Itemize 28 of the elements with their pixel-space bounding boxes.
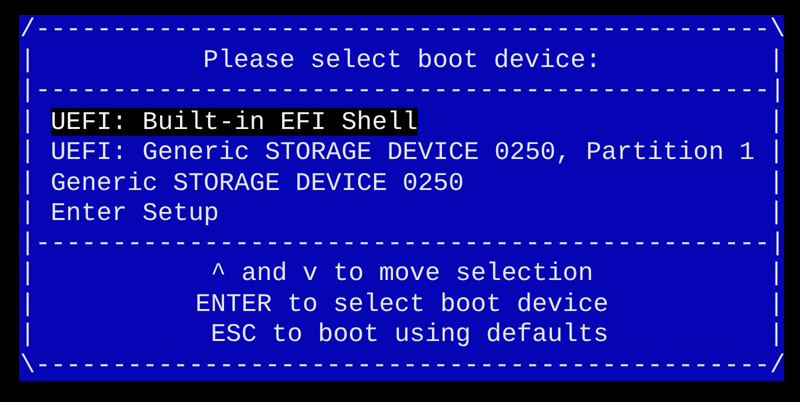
frame-edge: |	[768, 198, 784, 228]
frame-edge: |	[768, 290, 784, 320]
frame-border-line: |------------------------------------------------|	[20, 76, 784, 106]
boot-option[interactable]: UEFI: Generic STORAGE DEVICE 0250, Partition 1	[50, 138, 755, 166]
frame-border-line: |------------------------------------------------|	[20, 228, 784, 259]
frame-edge: |	[768, 106, 784, 137]
boot-option[interactable]: Generic STORAGE DEVICE 0250	[50, 168, 464, 196]
frame-edge: |	[768, 137, 784, 168]
frame-edge: |	[20, 259, 36, 290]
frame-edge: |	[20, 320, 36, 350]
boot-option[interactable]: Enter Setup	[50, 199, 219, 227]
frame-edge: |	[768, 259, 784, 290]
help-text: ENTER to select boot device	[195, 290, 609, 320]
frame-edge: |	[20, 106, 36, 137]
boot-option[interactable]: UEFI: Built-in EFI Shell	[50, 108, 418, 136]
frame-edge: |	[768, 320, 784, 350]
frame-edge: |	[20, 168, 36, 198]
frame-edge: |	[20, 290, 36, 320]
dialog-title: Please select boot device:	[203, 46, 601, 76]
frame-edge: |	[768, 46, 784, 76]
frame-border-line: \------------------------------------------------/	[20, 350, 784, 381]
frame-edge: |	[20, 198, 36, 228]
frame-edge: |	[768, 168, 784, 198]
frame-edge: |	[20, 46, 36, 76]
help-text: ESC to boot using defaults	[210, 320, 609, 350]
frame-edge: |	[20, 137, 36, 168]
frame-border-line: /------------------------------------------------\	[20, 15, 784, 46]
help-text: ^ and v to move selection	[210, 259, 594, 290]
